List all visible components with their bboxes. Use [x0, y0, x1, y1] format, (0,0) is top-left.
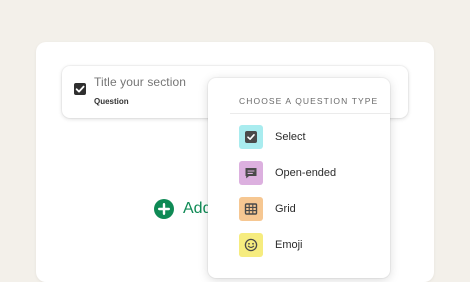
section-subtitle: Question [94, 97, 129, 106]
menu-item-open-ended[interactable]: Open-ended [230, 160, 390, 188]
menu-item-emoji[interactable]: Emoji [230, 232, 390, 260]
menu-item-label: Grid [275, 203, 296, 215]
plus-icon [154, 199, 174, 219]
comment-icon [239, 161, 263, 185]
question-type-menu: CHOOSE A QUESTION TYPE Select Open-ended [208, 78, 390, 278]
menu-header: CHOOSE A QUESTION TYPE [239, 96, 379, 106]
smiley-icon [239, 233, 263, 257]
checkbox-icon [239, 125, 263, 149]
table-grid-icon [239, 197, 263, 221]
menu-item-label: Open-ended [275, 167, 337, 179]
checkbox-icon [74, 83, 86, 95]
menu-divider [230, 113, 390, 114]
menu-item-label: Emoji [275, 239, 303, 251]
menu-item-select[interactable]: Select [230, 124, 390, 152]
menu-item-grid[interactable]: Grid [230, 196, 390, 224]
menu-item-label: Select [275, 131, 306, 143]
